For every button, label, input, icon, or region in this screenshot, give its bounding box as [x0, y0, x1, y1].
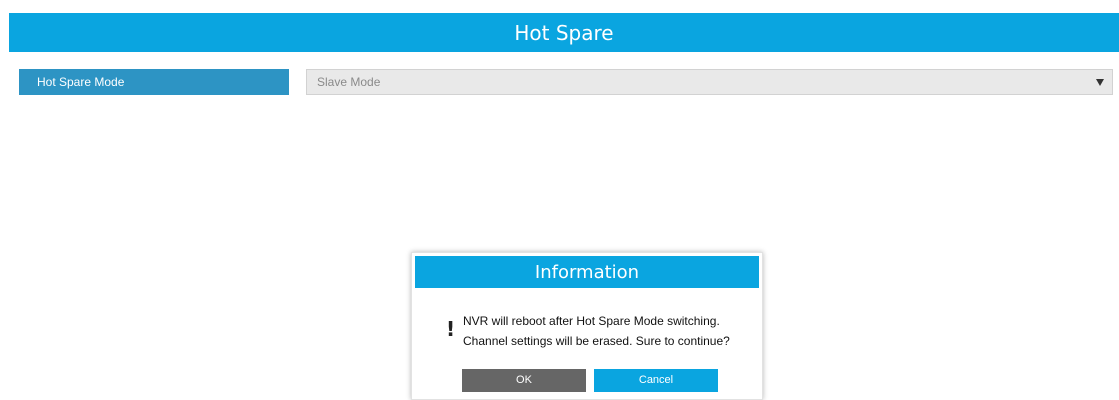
warning-icon: !	[446, 317, 456, 341]
hot-spare-mode-value: Slave Mode	[317, 75, 381, 89]
page-title: Hot Spare	[514, 20, 614, 45]
dropdown-arrow-icon[interactable]	[1096, 79, 1104, 86]
dialog-message-line-1: NVR will reboot after Hot Spare Mode swi…	[463, 314, 720, 328]
dialog-titlebar: Information	[415, 256, 759, 288]
dialog-message: NVR will reboot after Hot Spare Mode swi…	[463, 311, 763, 351]
page-header: Hot Spare	[9, 13, 1119, 52]
ok-button[interactable]: OK	[462, 369, 586, 392]
information-dialog: Information ! NVR will reboot after Hot …	[411, 252, 763, 400]
cancel-button[interactable]: Cancel	[594, 369, 718, 392]
dialog-message-line-2: Channel settings will be erased. Sure to…	[463, 334, 730, 348]
dialog-title: Information	[534, 261, 640, 283]
hot-spare-mode-label: Hot Spare Mode	[19, 69, 289, 95]
hot-spare-mode-select[interactable]: Slave Mode	[306, 69, 1113, 95]
